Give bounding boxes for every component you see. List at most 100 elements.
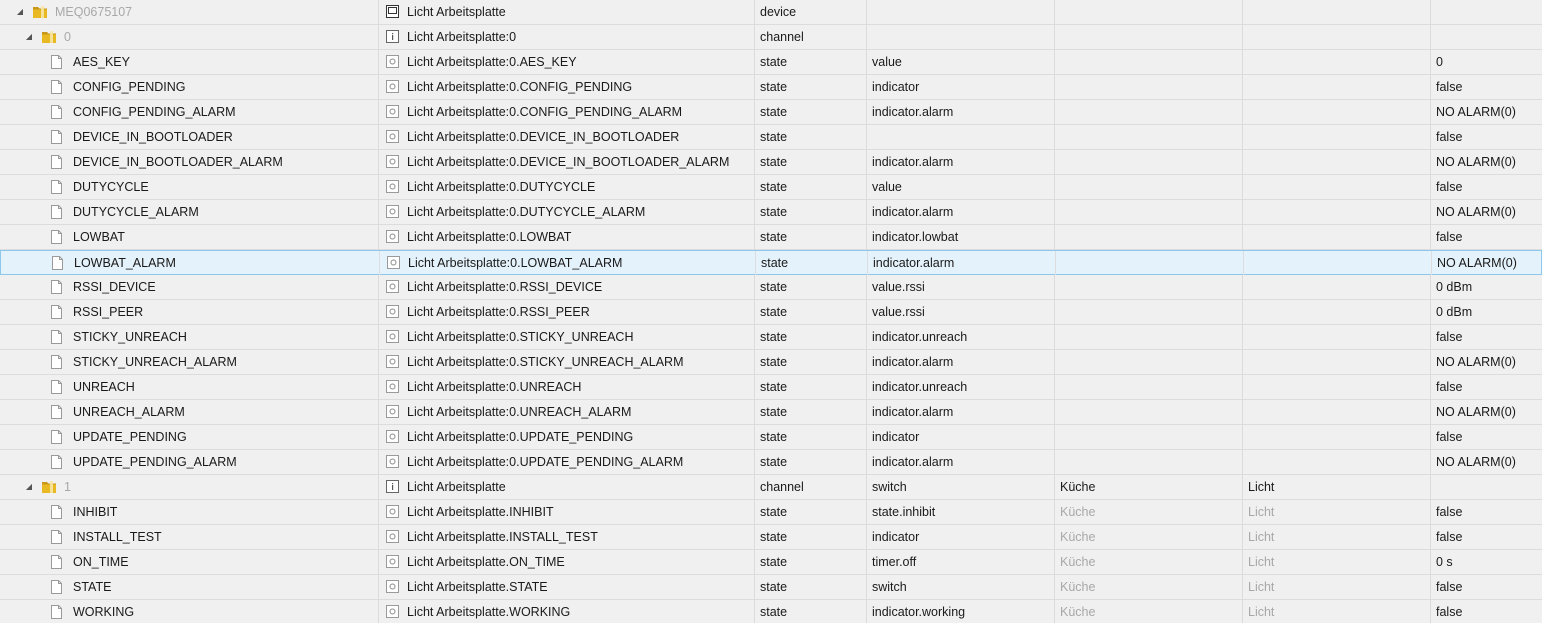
- function-cell[interactable]: [1243, 125, 1430, 149]
- name-cell[interactable]: UNREACH: [0, 375, 378, 399]
- value-cell[interactable]: NO ALARM(0): [1431, 450, 1542, 474]
- role-cell[interactable]: indicator.unreach: [867, 325, 1054, 349]
- type-cell[interactable]: state: [755, 425, 866, 449]
- room-cell[interactable]: [1056, 251, 1243, 275]
- tree-row[interactable]: CONFIG_PENDING Licht Arbeitsplatte:0.CONF…: [0, 75, 1542, 100]
- function-cell[interactable]: [1243, 450, 1430, 474]
- room-cell[interactable]: Küche: [1055, 600, 1242, 623]
- function-cell[interactable]: [1243, 0, 1430, 24]
- tree-row[interactable]: UNREACH_ALARM Licht Arbeitsplatte:0.UNREA…: [0, 400, 1542, 425]
- name-cell[interactable]: UPDATE_PENDING: [0, 425, 378, 449]
- title-cell[interactable]: Licht Arbeitsplatte:0: [379, 25, 754, 49]
- title-cell[interactable]: Licht Arbeitsplatte: [379, 475, 754, 499]
- name-cell[interactable]: WORKING: [0, 600, 378, 623]
- type-cell[interactable]: state: [755, 400, 866, 424]
- function-cell[interactable]: [1243, 200, 1430, 224]
- value-cell[interactable]: false: [1431, 575, 1542, 599]
- tree-row[interactable]: STATE Licht Arbeitsplatte.STATE state switc…: [0, 575, 1542, 600]
- role-cell[interactable]: timer.off: [867, 550, 1054, 574]
- value-cell[interactable]: NO ALARM(0): [1431, 350, 1542, 374]
- tree-row[interactable]: ON_TIME Licht Arbeitsplatte.ON_TIME state t…: [0, 550, 1542, 575]
- value-cell[interactable]: false: [1431, 225, 1542, 249]
- role-cell[interactable]: indicator.alarm: [867, 100, 1054, 124]
- room-cell[interactable]: [1055, 150, 1242, 174]
- title-cell[interactable]: Licht Arbeitsplatte:0.UPDATE_PENDING: [379, 425, 754, 449]
- room-cell[interactable]: [1055, 375, 1242, 399]
- name-cell[interactable]: ON_TIME: [0, 550, 378, 574]
- value-cell[interactable]: false: [1431, 125, 1542, 149]
- type-cell[interactable]: state: [755, 275, 866, 299]
- type-cell[interactable]: state: [755, 125, 866, 149]
- room-cell[interactable]: Küche: [1055, 575, 1242, 599]
- role-cell[interactable]: indicator.alarm: [868, 251, 1055, 275]
- type-cell[interactable]: state: [755, 225, 866, 249]
- role-cell[interactable]: indicator.alarm: [867, 350, 1054, 374]
- value-cell[interactable]: NO ALARM(0): [1432, 251, 1542, 275]
- function-cell[interactable]: Licht: [1243, 500, 1430, 524]
- title-cell[interactable]: Licht Arbeitsplatte:0.STICKY_UNREACH: [379, 325, 754, 349]
- function-cell[interactable]: [1243, 400, 1430, 424]
- room-cell[interactable]: [1055, 25, 1242, 49]
- role-cell[interactable]: value.rssi: [867, 300, 1054, 324]
- role-cell[interactable]: indicator: [867, 525, 1054, 549]
- title-cell[interactable]: Licht Arbeitsplatte:0.DUTYCYCLE: [379, 175, 754, 199]
- type-cell[interactable]: state: [755, 550, 866, 574]
- name-cell[interactable]: RSSI_PEER: [0, 300, 378, 324]
- title-cell[interactable]: Licht Arbeitsplatte:0.DUTYCYCLE_ALARM: [379, 200, 754, 224]
- value-cell[interactable]: false: [1431, 525, 1542, 549]
- function-cell[interactable]: Licht: [1243, 575, 1430, 599]
- type-cell[interactable]: state: [756, 251, 867, 275]
- value-cell[interactable]: false: [1431, 75, 1542, 99]
- room-cell[interactable]: Küche: [1055, 550, 1242, 574]
- name-cell[interactable]: DEVICE_IN_BOOTLOADER_ALARM: [0, 150, 378, 174]
- name-cell[interactable]: CONFIG_PENDING_ALARM: [0, 100, 378, 124]
- title-cell[interactable]: Licht Arbeitsplatte:0.UNREACH_ALARM: [379, 400, 754, 424]
- function-cell[interactable]: [1243, 275, 1430, 299]
- name-cell[interactable]: INHIBIT: [0, 500, 378, 524]
- name-cell[interactable]: UNREACH_ALARM: [0, 400, 378, 424]
- type-cell[interactable]: state: [755, 100, 866, 124]
- type-cell[interactable]: channel: [755, 475, 866, 499]
- type-cell[interactable]: state: [755, 50, 866, 74]
- tree-row[interactable]: RSSI_DEVICE Licht Arbeitsplatte:0.RSSI_DE…: [0, 275, 1542, 300]
- function-cell[interactable]: [1244, 251, 1431, 275]
- value-cell[interactable]: false: [1431, 375, 1542, 399]
- tree-row[interactable]: LOWBAT_ALARM Licht Arbeitsplatte:0.LOWBAT…: [0, 250, 1542, 276]
- name-cell[interactable]: DUTYCYCLE: [0, 175, 378, 199]
- expanded-triangle-icon[interactable]: ◢: [15, 0, 25, 24]
- value-cell[interactable]: NO ALARM(0): [1431, 150, 1542, 174]
- tree-row[interactable]: STICKY_UNREACH_ALARM Licht Arbeitsplatte:…: [0, 350, 1542, 375]
- role-cell[interactable]: [867, 0, 1054, 24]
- role-cell[interactable]: value.rssi: [867, 275, 1054, 299]
- tree-row[interactable]: DEVICE_IN_BOOTLOADER_ALARM Licht Arbeitsp…: [0, 150, 1542, 175]
- value-cell[interactable]: false: [1431, 500, 1542, 524]
- function-cell[interactable]: Licht: [1243, 475, 1430, 499]
- value-cell[interactable]: [1431, 25, 1542, 49]
- type-cell[interactable]: state: [755, 525, 866, 549]
- type-cell[interactable]: state: [755, 325, 866, 349]
- value-cell[interactable]: NO ALARM(0): [1431, 200, 1542, 224]
- role-cell[interactable]: indicator: [867, 75, 1054, 99]
- value-cell[interactable]: NO ALARM(0): [1431, 400, 1542, 424]
- tree-row[interactable]: CONFIG_PENDING_ALARM Licht Arbeitsplatte:…: [0, 100, 1542, 125]
- type-cell[interactable]: state: [755, 300, 866, 324]
- name-cell[interactable]: STICKY_UNREACH_ALARM: [0, 350, 378, 374]
- title-cell[interactable]: Licht Arbeitsplatte:0.RSSI_PEER: [379, 300, 754, 324]
- room-cell[interactable]: Küche: [1055, 525, 1242, 549]
- function-cell[interactable]: [1243, 350, 1430, 374]
- role-cell[interactable]: indicator.lowbat: [867, 225, 1054, 249]
- room-cell[interactable]: [1055, 300, 1242, 324]
- value-cell[interactable]: [1431, 475, 1542, 499]
- function-cell[interactable]: [1243, 325, 1430, 349]
- value-cell[interactable]: false: [1431, 600, 1542, 623]
- name-cell[interactable]: RSSI_DEVICE: [0, 275, 378, 299]
- role-cell[interactable]: indicator.unreach: [867, 375, 1054, 399]
- tree-row[interactable]: RSSI_PEER Licht Arbeitsplatte:0.RSSI_PEER…: [0, 300, 1542, 325]
- room-cell[interactable]: Küche: [1055, 475, 1242, 499]
- expanded-triangle-icon[interactable]: ◢: [24, 475, 34, 499]
- role-cell[interactable]: state.inhibit: [867, 500, 1054, 524]
- tree-row[interactable]: DUTYCYCLE Licht Arbeitsplatte:0.DUTYCYCLE…: [0, 175, 1542, 200]
- type-cell[interactable]: state: [755, 175, 866, 199]
- role-cell[interactable]: value: [867, 50, 1054, 74]
- title-cell[interactable]: Licht Arbeitsplatte: [379, 0, 754, 24]
